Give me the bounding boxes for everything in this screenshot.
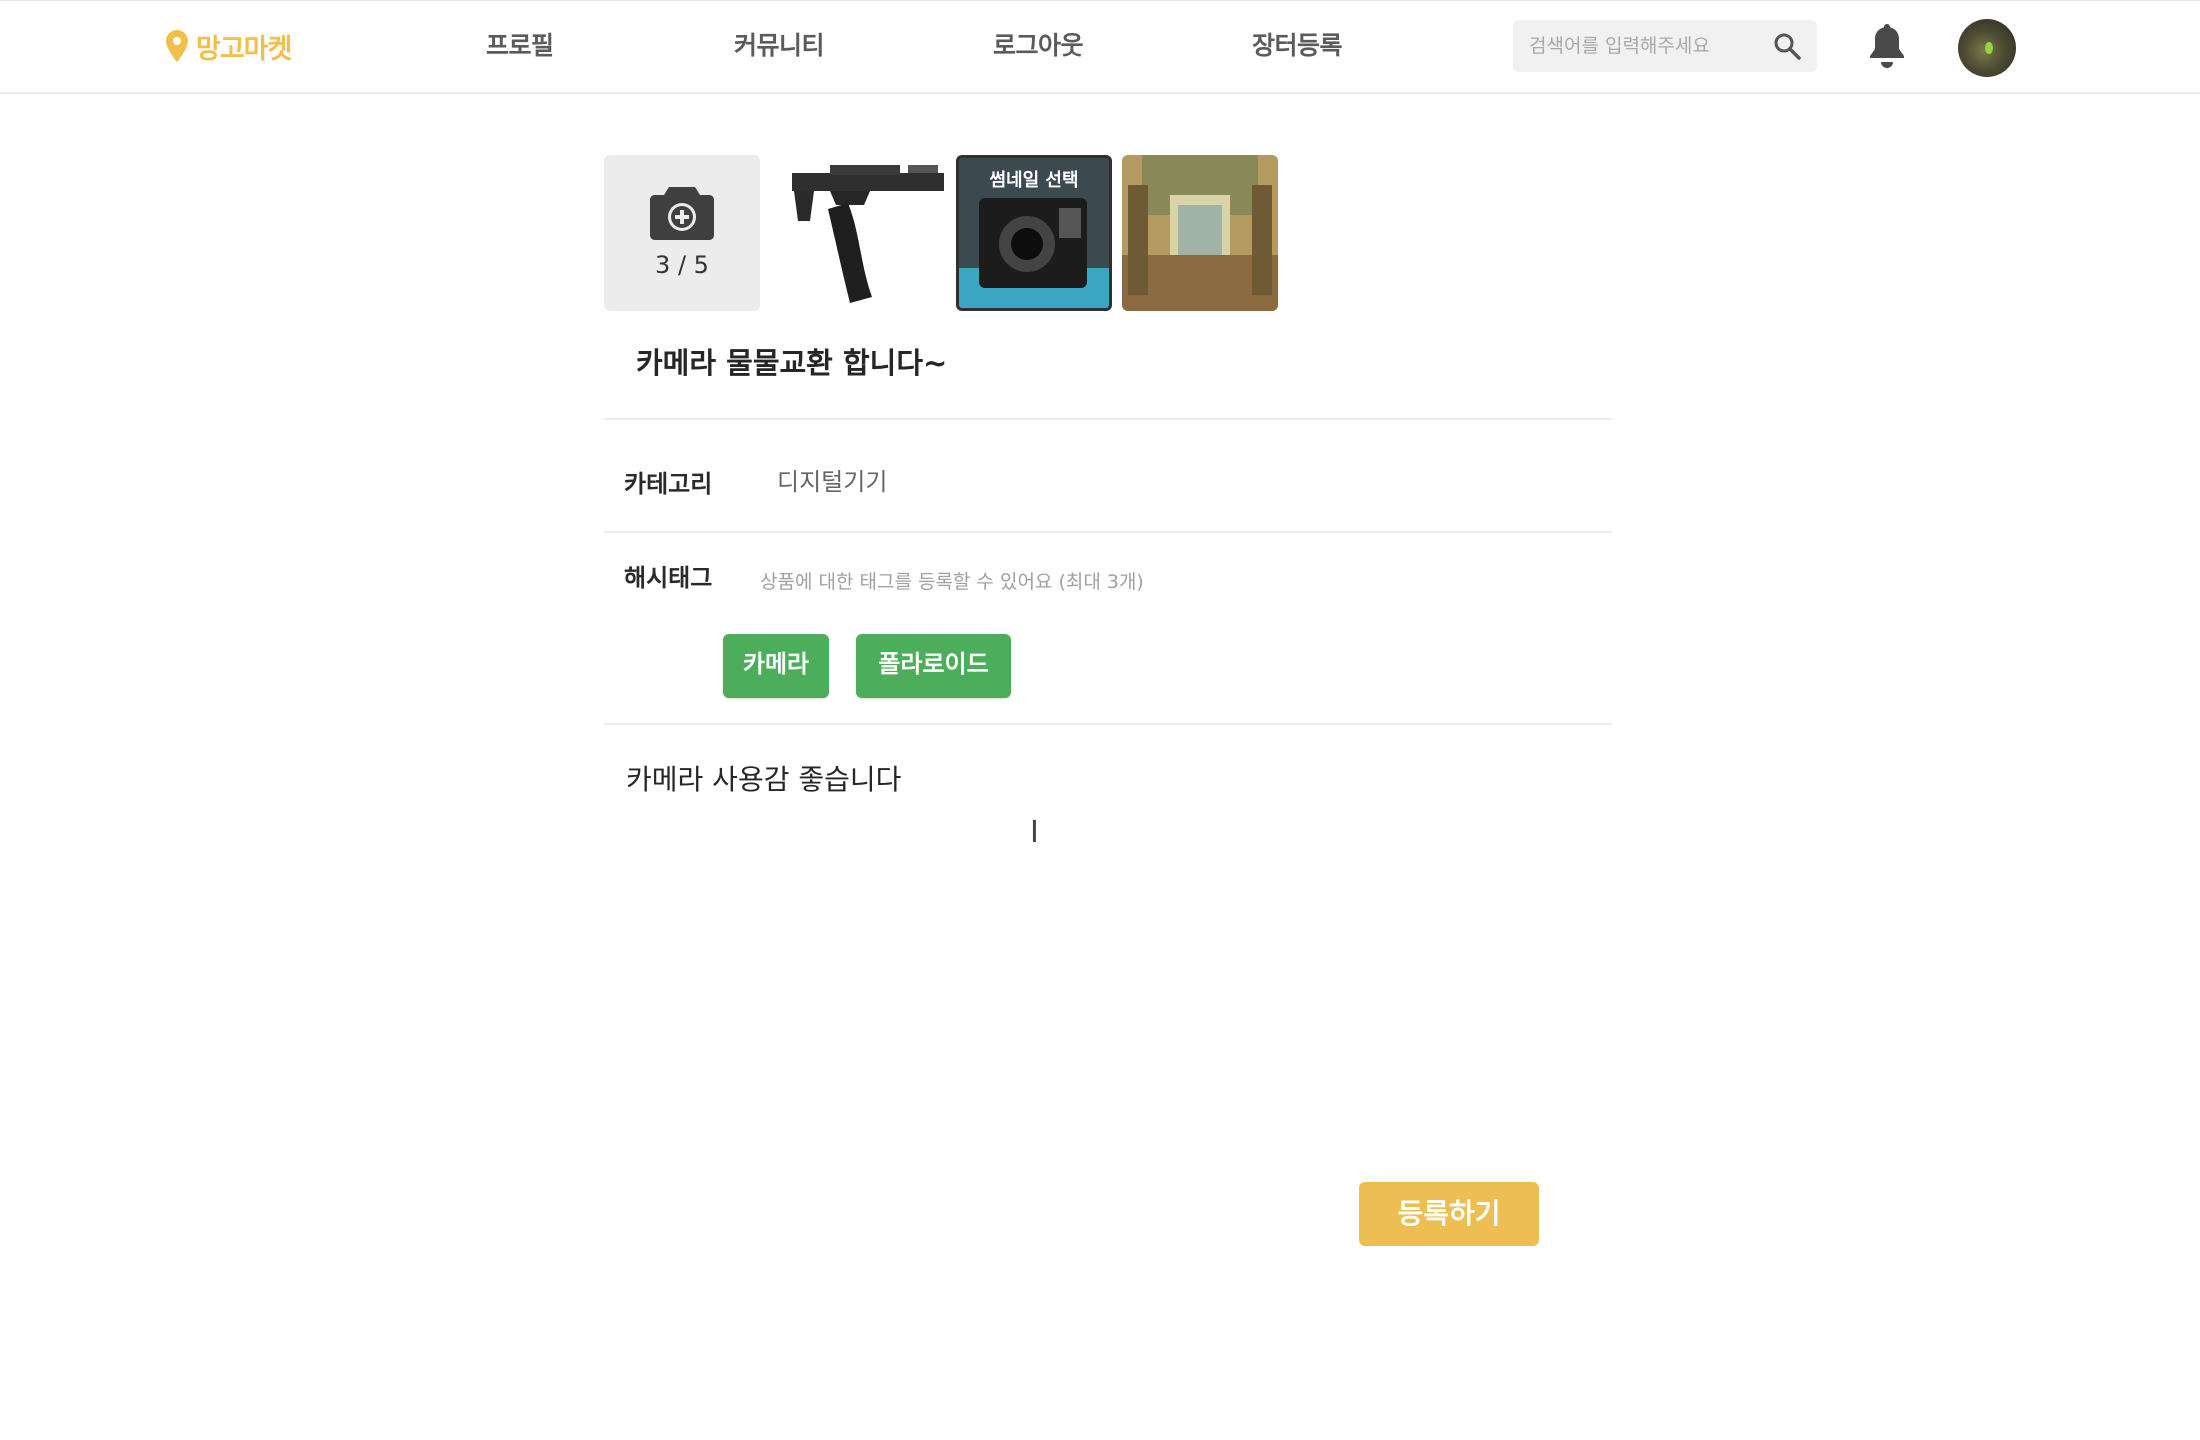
search-icon[interactable] <box>1773 32 1801 60</box>
image-thumbnail[interactable] <box>1122 155 1278 311</box>
nav-profile[interactable]: 프로필 <box>486 25 554 67</box>
image-thumbnail-selected[interactable]: 썸네일 선택 <box>956 155 1112 311</box>
location-pin-icon <box>166 30 188 62</box>
nav-logout[interactable]: 로그아웃 <box>993 25 1084 67</box>
nav-market-register[interactable]: 장터등록 <box>1252 25 1343 67</box>
search-input[interactable] <box>1527 34 1771 58</box>
post-title[interactable]: 카메라 물물교환 합니다~ <box>636 340 947 382</box>
hashtag-label: 해시태그 <box>624 564 713 592</box>
category-label: 카테고리 <box>624 470 713 498</box>
content-textarea[interactable]: 카메라 사용감 좋습니다 <box>626 758 901 798</box>
divider <box>604 531 1612 533</box>
top-navbar: 망고마켓 프로필 커뮤니티 로그아웃 장터등록 <box>0 0 2200 94</box>
text-cursor-icon: I <box>1030 815 1039 850</box>
thumbnail-select-label: 썸네일 선택 <box>989 170 1079 191</box>
rifle-image <box>792 165 944 303</box>
image-upload-button[interactable]: 3 / 5 <box>604 155 760 311</box>
image-thumbnail[interactable] <box>790 155 946 311</box>
avatar[interactable] <box>1958 19 2016 77</box>
submit-button[interactable]: 등록하기 <box>1359 1182 1539 1246</box>
category-select[interactable]: 디지털기기 <box>777 462 887 497</box>
image-count: 3 / 5 <box>655 251 709 279</box>
tag-chip[interactable]: 카메라 <box>723 634 829 698</box>
camera-add-icon <box>650 187 714 240</box>
logo-text: 망고마켓 <box>196 33 292 65</box>
room-image <box>1122 155 1278 311</box>
tag-chip[interactable]: 폴라로이드 <box>856 634 1011 698</box>
divider <box>604 723 1612 725</box>
nav-community[interactable]: 커뮤니티 <box>734 25 825 67</box>
logo[interactable]: 망고마켓 <box>166 25 292 67</box>
divider <box>604 418 1612 420</box>
search-bar <box>1513 20 1817 72</box>
hashtag-input[interactable]: 상품에 대한 태그를 등록할 수 있어요 (최대 3개) <box>760 567 1144 594</box>
bell-icon[interactable] <box>1866 23 1908 69</box>
